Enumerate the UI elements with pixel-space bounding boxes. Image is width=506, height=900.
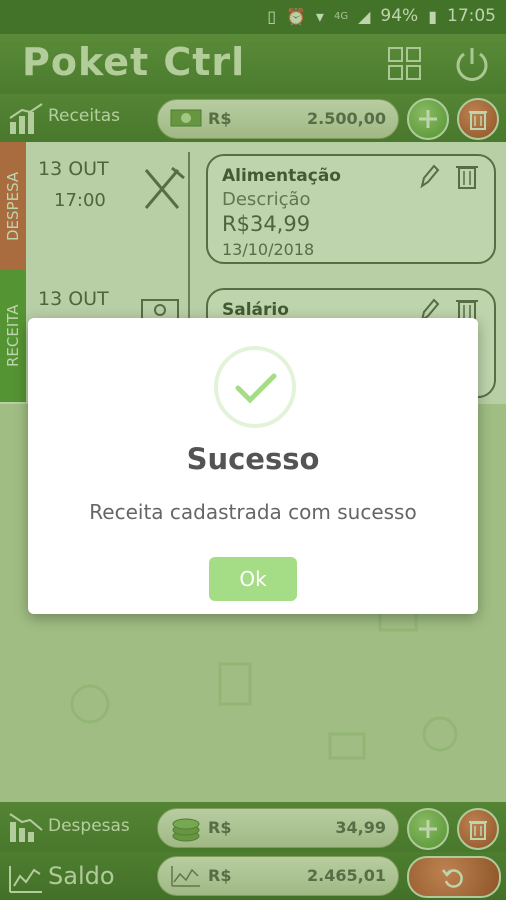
success-dialog: Sucesso Receita cadastrada com sucesso O…: [28, 318, 478, 614]
dialog-title: Sucesso: [186, 442, 320, 476]
dialog-message: Receita cadastrada com sucesso: [89, 500, 417, 524]
ok-button[interactable]: Ok: [209, 557, 297, 601]
checkmark-icon: [235, 373, 277, 404]
success-circle: [214, 346, 296, 428]
